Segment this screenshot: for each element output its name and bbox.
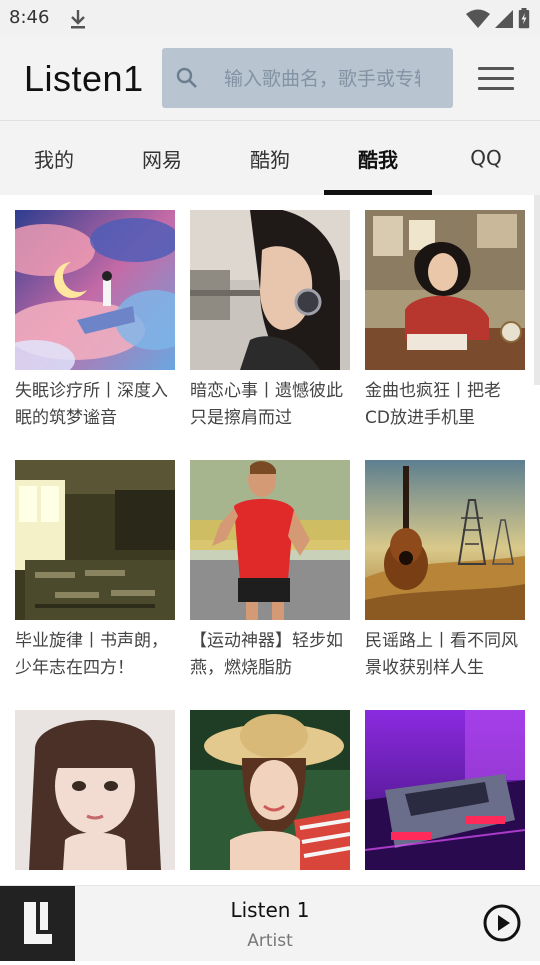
now-playing-title: Listen 1: [230, 898, 310, 922]
menu-icon[interactable]: [478, 67, 514, 91]
playlist-title[interactable]: 【运动神器】轻步如燕，燃烧脂肪: [190, 628, 350, 682]
status-time: 8:46: [9, 7, 50, 28]
play-icon[interactable]: [483, 904, 521, 946]
now-playing-artist: Artist: [247, 931, 293, 951]
tab-kuwo[interactable]: 酷我: [324, 121, 432, 195]
download-icon: [68, 8, 88, 34]
playlist-card[interactable]: [190, 710, 350, 878]
playlist-cover-neon-car[interactable]: [365, 710, 525, 870]
now-playing-bar[interactable]: Listen 1 Artist: [0, 885, 540, 961]
app-bar: Listen1: [0, 36, 540, 120]
wifi-icon: [466, 9, 490, 33]
playlist-cover-runner[interactable]: [190, 460, 350, 620]
scrollbar[interactable]: [534, 195, 540, 385]
playlist-title[interactable]: 毕业旋律丨书声朗，少年志在四方！: [15, 628, 175, 682]
playlist-card[interactable]: 【运动神器】轻步如燕，燃烧脂肪: [190, 460, 350, 682]
playlist-title[interactable]: 民谣路上丨看不同风景收获别样人生: [365, 628, 525, 682]
app-title: Listen1: [24, 58, 144, 99]
search-input[interactable]: [222, 62, 422, 96]
playlist-card[interactable]: 金曲也疯狂丨把老CD放进手机里: [365, 210, 525, 432]
playlist-cover-retro-desk[interactable]: [365, 210, 525, 370]
playlist-card[interactable]: [15, 710, 175, 878]
battery-icon: [518, 8, 530, 33]
playlist-cover-headphones[interactable]: [190, 210, 350, 370]
playlist-title[interactable]: 暗恋心事丨遗憾彼此只是擦肩而过: [190, 378, 350, 432]
playlist-cover-girl-portrait[interactable]: [15, 710, 175, 870]
source-tabs: 我的 网易 酷狗 酷我 QQ: [0, 120, 540, 195]
signal-icon: [494, 9, 514, 33]
playlist-cover-guitar[interactable]: [365, 460, 525, 620]
tab-netease[interactable]: 网易: [108, 121, 216, 195]
playlist-card[interactable]: [365, 710, 525, 878]
search-icon: [176, 67, 198, 93]
playlist-card[interactable]: 毕业旋律丨书声朗，少年志在四方！: [15, 460, 175, 682]
playlist-card[interactable]: 民谣路上丨看不同风景收获别样人生: [365, 460, 525, 682]
tab-qq[interactable]: QQ: [432, 121, 540, 195]
playlist-title[interactable]: 金曲也疯狂丨把老CD放进手机里: [365, 378, 525, 432]
status-bar: 8:46: [0, 0, 540, 36]
playlist-card[interactable]: 失眠诊疗所丨深度入眠的筑梦谧音: [15, 210, 175, 432]
search-box[interactable]: [162, 48, 453, 108]
playlist-card[interactable]: 暗恋心事丨遗憾彼此只是擦肩而过: [190, 210, 350, 432]
playlist-cover-straw-hat[interactable]: [190, 710, 350, 870]
playlist-cover-classroom[interactable]: [15, 460, 175, 620]
playlist-cover-moon-dream[interactable]: [15, 210, 175, 370]
tab-mine[interactable]: 我的: [0, 121, 108, 195]
playlist-grid: 失眠诊疗所丨深度入眠的筑梦谧音 暗恋心事丨遗憾彼此只是擦肩而过 金曲也疯狂丨把老…: [0, 195, 540, 885]
playlist-title[interactable]: 失眠诊疗所丨深度入眠的筑梦谧音: [15, 378, 175, 432]
tab-kugou[interactable]: 酷狗: [216, 121, 324, 195]
status-icons: [466, 8, 530, 33]
